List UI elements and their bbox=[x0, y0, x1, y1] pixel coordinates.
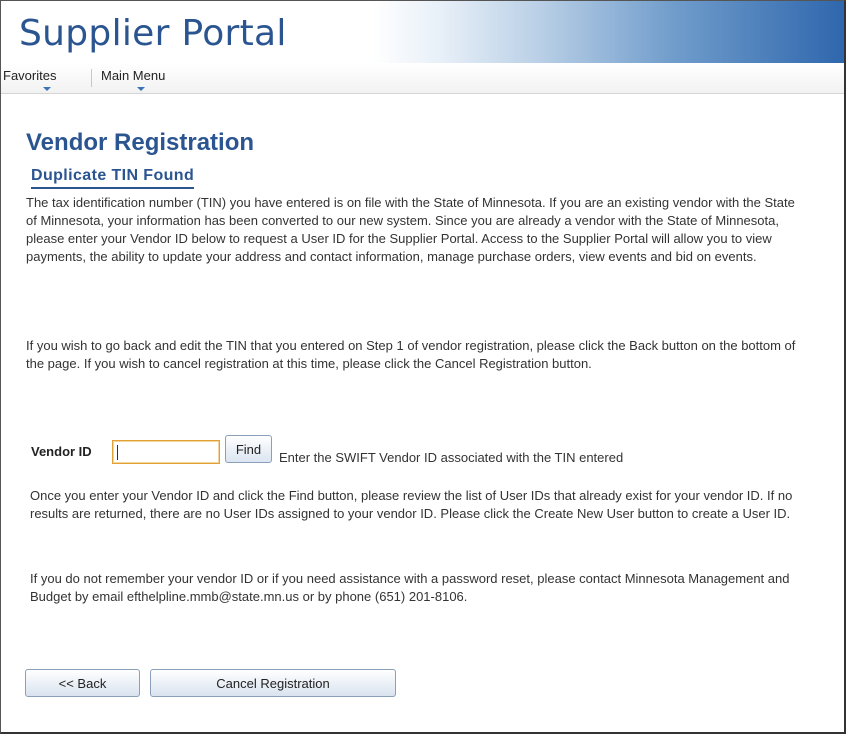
cancel-registration-button[interactable]: Cancel Registration bbox=[150, 669, 396, 697]
find-instructions-text: Once you enter your Vendor ID and click … bbox=[30, 488, 793, 521]
nav-main-menu-label: Main Menu bbox=[101, 68, 166, 83]
nav-favorites[interactable]: Favorites bbox=[3, 68, 57, 91]
nav-main-menu[interactable]: Main Menu bbox=[101, 68, 166, 91]
find-button[interactable]: Find bbox=[225, 435, 272, 463]
portal-banner: Supplier Portal bbox=[1, 1, 844, 63]
vendor-id-label: Vendor ID bbox=[31, 444, 92, 459]
back-instructions-text: If you wish to go back and edit the TIN … bbox=[26, 338, 796, 371]
help-contact-text: If you do not remember your vendor ID or… bbox=[30, 571, 790, 604]
back-button[interactable]: << Back bbox=[25, 669, 140, 697]
nav-favorites-label: Favorites bbox=[3, 68, 57, 83]
page-title: Vendor Registration bbox=[26, 129, 255, 156]
nav-divider bbox=[91, 69, 92, 87]
browser-frame: Supplier Portal Favorites Main Menu Vend… bbox=[0, 0, 846, 734]
menu-bar: Favorites Main Menu bbox=[1, 63, 844, 94]
portal-title: Supplier Portal bbox=[19, 13, 287, 54]
chevron-down-icon bbox=[43, 87, 51, 91]
chevron-down-icon bbox=[137, 87, 145, 91]
section-subtitle: Duplicate TIN Found bbox=[31, 167, 195, 189]
vendor-id-input[interactable] bbox=[112, 440, 220, 464]
intro-text: The tax identification number (TIN) you … bbox=[26, 195, 795, 264]
vendor-id-hint: Enter the SWIFT Vendor ID associated wit… bbox=[279, 450, 624, 465]
text-cursor bbox=[117, 445, 118, 460]
